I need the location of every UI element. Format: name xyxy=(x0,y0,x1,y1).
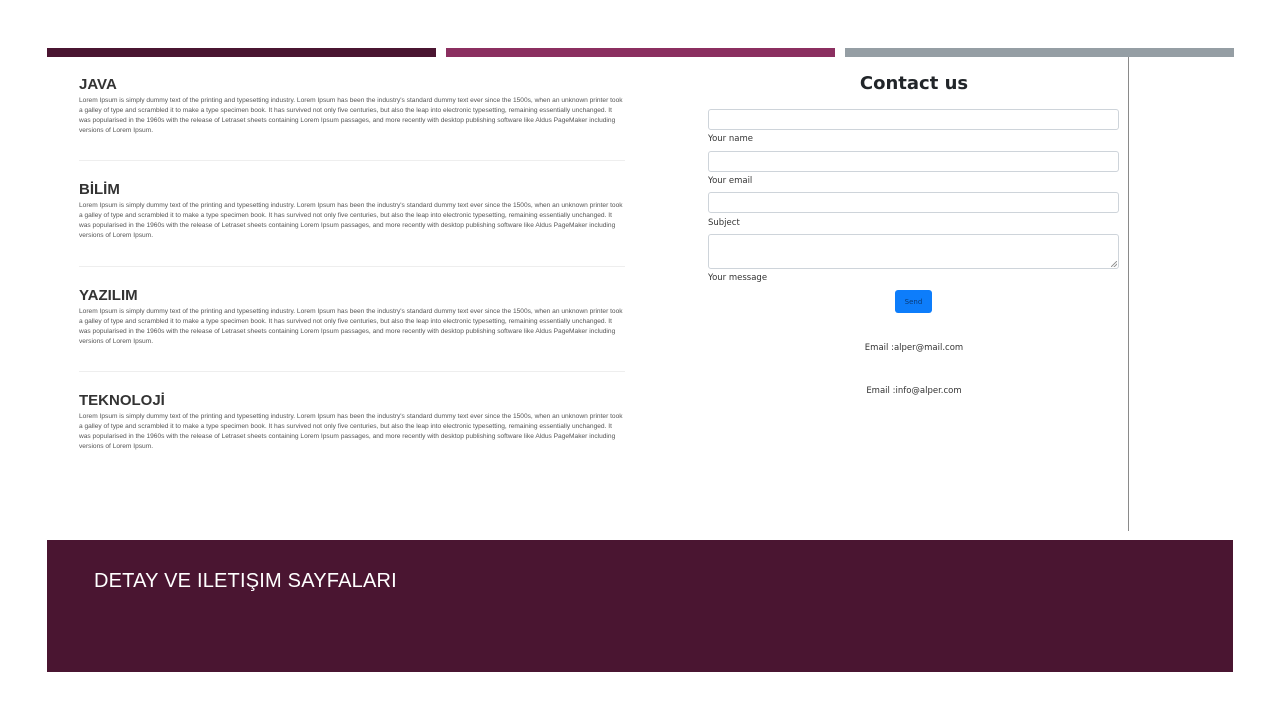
article-divider xyxy=(79,160,625,161)
article-body: Lorem Ipsum is simply dummy text of the … xyxy=(79,202,623,239)
article-body: Lorem Ipsum is simply dummy text of the … xyxy=(79,413,623,450)
footer-band: DETAY VE ILETIŞIM SAYFALARI xyxy=(47,540,1233,672)
article-yazilim: YAZILIM Lorem Ipsum is simply dummy text… xyxy=(79,285,625,347)
article-body: Lorem Ipsum is simply dummy text of the … xyxy=(79,308,623,345)
name-label: Your name xyxy=(708,134,753,144)
resize-grip-icon[interactable] xyxy=(1111,261,1117,267)
contact-title: Contact us xyxy=(859,73,969,94)
subject-label: Subject xyxy=(708,218,740,228)
article-divider xyxy=(79,266,625,267)
article-title: YAZILIM xyxy=(79,287,138,304)
email-input[interactable] xyxy=(708,151,1119,172)
article-teknoloji: TEKNOLOJİ Lorem Ipsum is simply dummy te… xyxy=(79,390,625,452)
article-body: Lorem Ipsum is simply dummy text of the … xyxy=(79,97,623,134)
name-input[interactable] xyxy=(708,109,1119,130)
message-textarea[interactable] xyxy=(708,234,1119,269)
article-title: JAVA xyxy=(79,76,117,93)
article-java: JAVA Lorem Ipsum is simply dummy text of… xyxy=(79,74,625,136)
accent-bar-mid xyxy=(446,48,835,57)
accent-bar-dark xyxy=(47,48,436,57)
send-button[interactable]: Send xyxy=(895,290,932,313)
accent-bar-gray xyxy=(845,48,1234,57)
contact-panel: Contact us Your name Your email Subject … xyxy=(700,57,1129,531)
contact-email-secondary: Email :info@alper.com xyxy=(866,386,962,396)
subject-input[interactable] xyxy=(708,192,1119,213)
article-title: TEKNOLOJİ xyxy=(79,392,165,409)
email-label: Your email xyxy=(708,176,753,186)
message-label: Your message xyxy=(708,273,768,283)
contact-email-primary: Email :alper@mail.com xyxy=(864,343,964,353)
article-title: BİLİM xyxy=(79,181,120,198)
article-divider xyxy=(79,371,625,372)
article-bilim: BİLİM Lorem Ipsum is simply dummy text o… xyxy=(79,179,625,241)
slide-title: DETAY VE ILETIŞIM SAYFALARI xyxy=(94,570,397,592)
